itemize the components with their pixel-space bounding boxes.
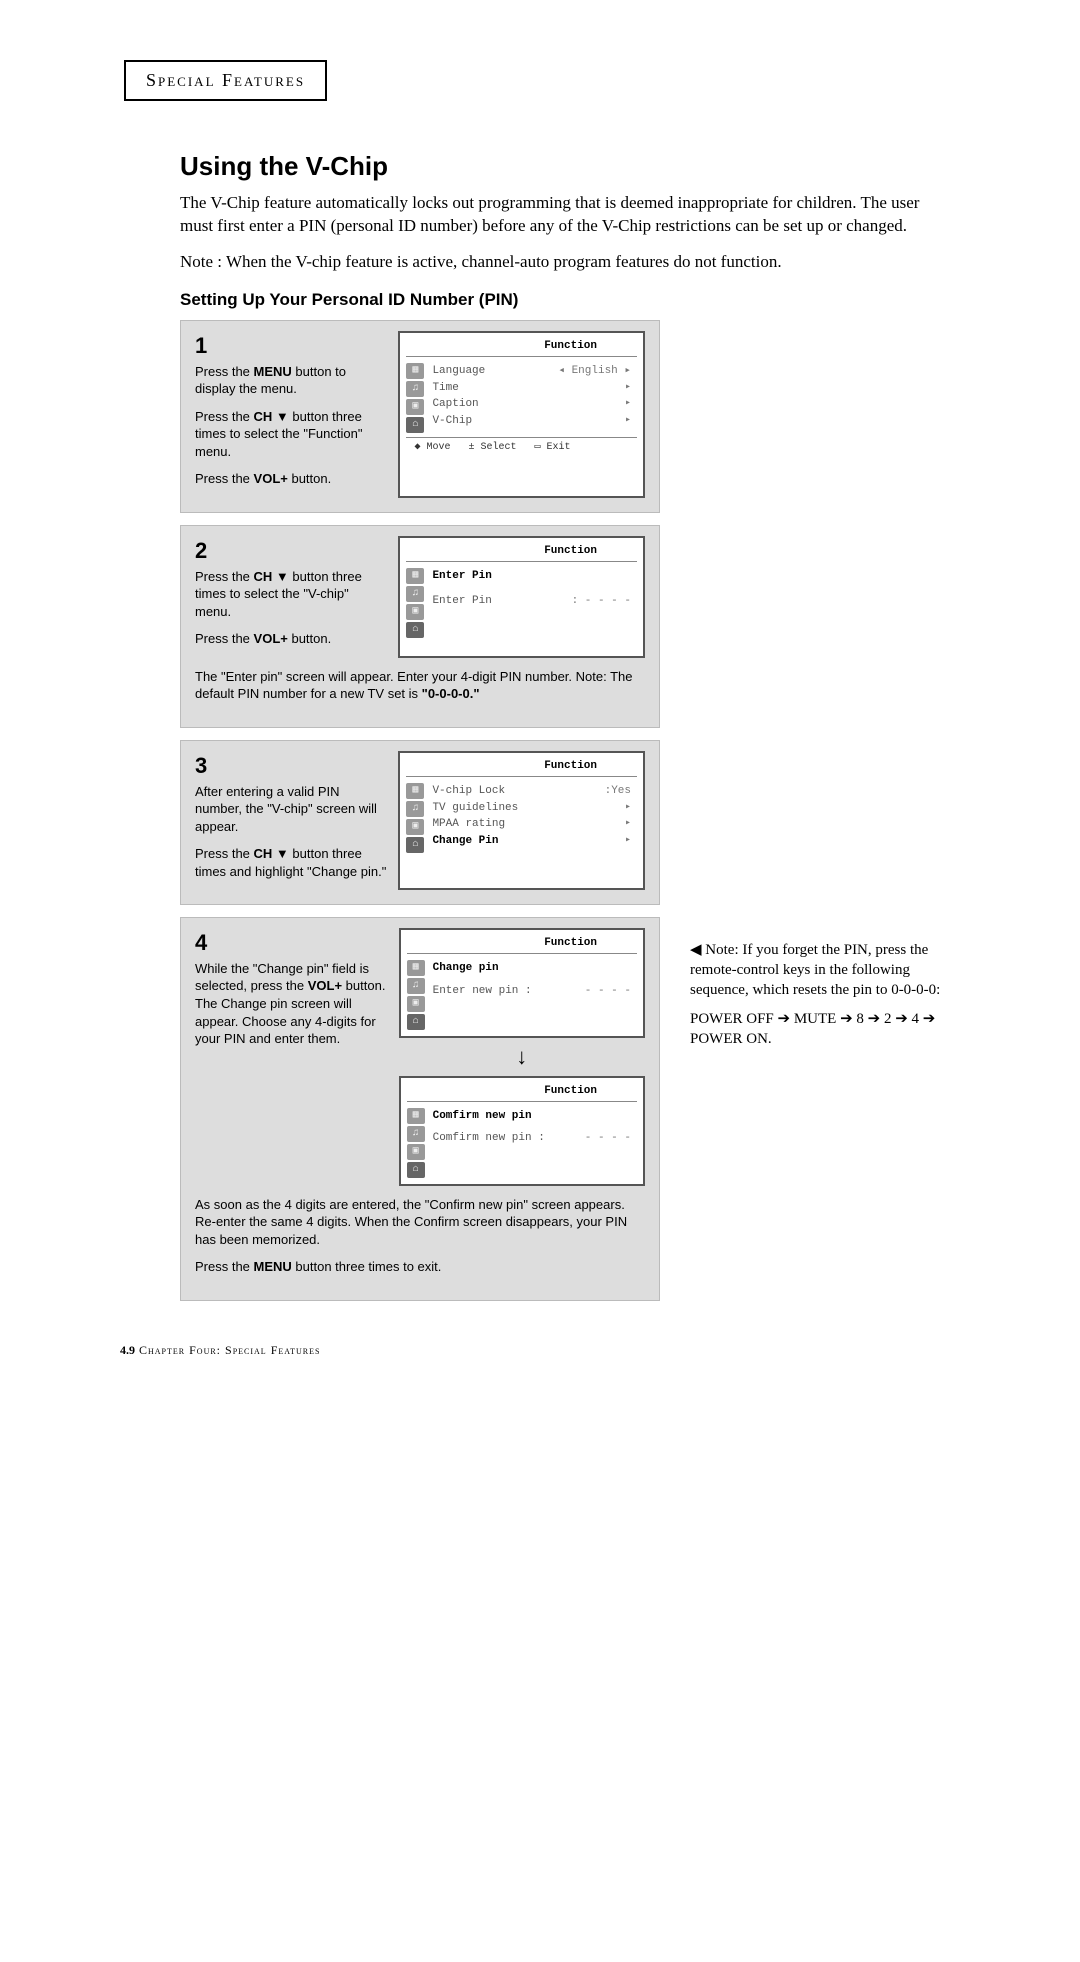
- step-3: 3 After entering a valid PIN number, the…: [180, 740, 660, 905]
- side-note: ◀ Note: If you forget the PIN, press the…: [690, 940, 970, 1057]
- settings-icon: ▦: [406, 568, 424, 584]
- osd-title: Function: [407, 936, 637, 954]
- step-text: While the "Change pin" field is selected…: [195, 960, 389, 1048]
- step-number: 2: [195, 536, 388, 566]
- intro-paragraph: The V-Chip feature automatically locks o…: [180, 192, 940, 238]
- step-2: 2 Press the CH ▼ button three times to s…: [180, 525, 660, 728]
- step-text: Press the CH ▼ button three times and hi…: [195, 845, 388, 880]
- side-note-p2: POWER OFF ➔ MUTE ➔ 8 ➔ 2 ➔ 4 ➔ POWER ON.: [690, 1009, 970, 1050]
- tv-icon: ▣: [406, 819, 424, 835]
- osd-title: Function: [406, 759, 637, 777]
- step-text: Press the CH ▼ button three times to sel…: [195, 408, 388, 461]
- step-text: Press the MENU button to display the men…: [195, 363, 388, 398]
- step-4: 4 While the "Change pin" field is select…: [180, 917, 660, 1301]
- osd-screenshot-3: Function ▦ ♫ ▣ ⌂ V-chip Lock:Yes TV guid…: [398, 751, 645, 890]
- function-icon: ⌂: [407, 1162, 425, 1178]
- down-arrow-icon: ↓: [399, 1042, 645, 1072]
- settings-icon: ▦: [406, 363, 424, 379]
- step-number: 3: [195, 751, 388, 781]
- osd-foot-move: ◆ Move: [414, 441, 450, 455]
- osd-screenshot-1: Function ▦ ♫ ▣ ⌂ Language◂ English ▸ Tim…: [398, 331, 645, 498]
- function-icon: ⌂: [406, 622, 424, 638]
- function-icon: ⌂: [407, 1014, 425, 1030]
- music-icon: ♫: [407, 978, 425, 994]
- step-text: After entering a valid PIN number, the "…: [195, 783, 388, 836]
- music-icon: ♫: [406, 381, 424, 397]
- footer-text: Chapter Four: Special Features: [135, 1343, 320, 1357]
- side-note-p1: ◀ Note: If you forget the PIN, press the…: [690, 940, 970, 1001]
- step-number: 4: [195, 928, 389, 958]
- settings-icon: ▦: [407, 1108, 425, 1124]
- settings-icon: ▦: [407, 960, 425, 976]
- subheading: Setting Up Your Personal ID Number (PIN): [180, 290, 940, 310]
- music-icon: ♫: [406, 801, 424, 817]
- step-1: 1 Press the MENU button to display the m…: [180, 320, 660, 513]
- osd-screenshot-2: Function ▦ ♫ ▣ ⌂ Enter Pin En: [398, 536, 645, 658]
- page-number: 4.9: [120, 1343, 135, 1357]
- step-bottom-text: Press the MENU button three times to exi…: [195, 1258, 645, 1276]
- step-bottom-text: As soon as the 4 digits are entered, the…: [195, 1196, 645, 1249]
- settings-icon: ▦: [406, 783, 424, 799]
- osd-title: Function: [407, 1084, 637, 1102]
- note-paragraph: Note : When the V-chip feature is active…: [180, 252, 940, 272]
- osd-foot-select: ± Select: [468, 441, 516, 455]
- step-bottom-text: The "Enter pin" screen will appear. Ente…: [195, 668, 645, 703]
- page-footer: 4.9 Chapter Four: Special Features: [120, 1343, 980, 1358]
- step-number: 1: [195, 331, 388, 361]
- osd-title: Function: [406, 544, 637, 562]
- section-header: Special Features: [124, 60, 327, 101]
- music-icon: ♫: [406, 586, 424, 602]
- step-text: Press the CH ▼ button three times to sel…: [195, 568, 388, 621]
- osd-screenshot-4b: Function ▦ ♫ ▣ ⌂ Comfirm new pin: [399, 1076, 645, 1186]
- osd-foot-exit: ▭ Exit: [534, 441, 570, 455]
- step-text: Press the VOL+ button.: [195, 630, 388, 648]
- tv-icon: ▣: [407, 1144, 425, 1160]
- step-text: Press the VOL+ button.: [195, 470, 388, 488]
- tv-icon: ▣: [406, 604, 424, 620]
- function-icon: ⌂: [406, 837, 424, 853]
- tv-icon: ▣: [406, 399, 424, 415]
- osd-screenshot-4a: Function ▦ ♫ ▣ ⌂ Change pin: [399, 928, 645, 1038]
- music-icon: ♫: [407, 1126, 425, 1142]
- function-icon: ⌂: [406, 417, 424, 433]
- osd-title: Function: [406, 339, 637, 357]
- tv-icon: ▣: [407, 996, 425, 1012]
- page-title: Using the V-Chip: [180, 151, 940, 182]
